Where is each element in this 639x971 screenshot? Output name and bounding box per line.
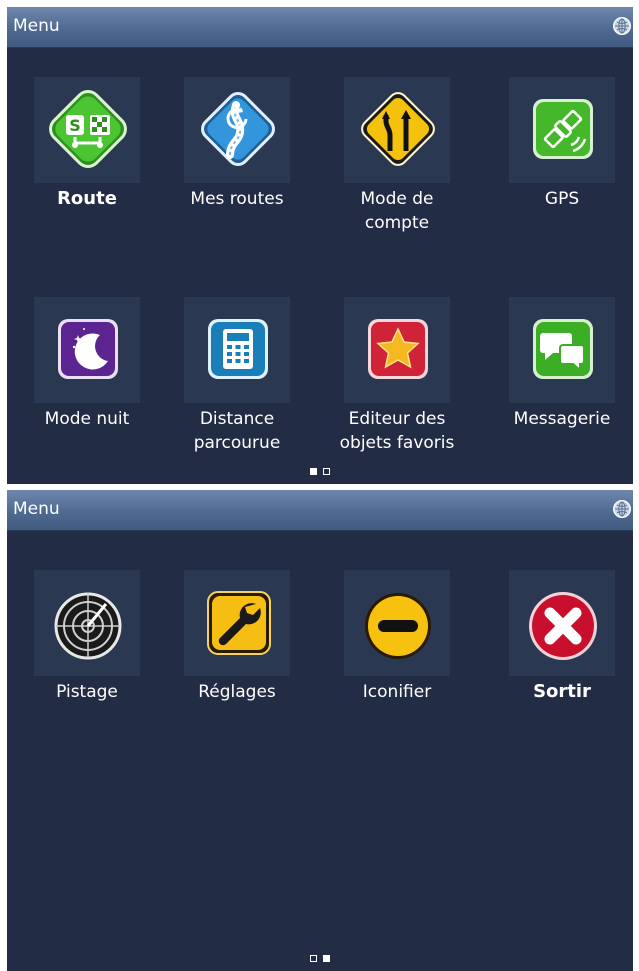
close-exit-icon bbox=[519, 578, 607, 666]
menu-item-label: Distance parcourue bbox=[193, 409, 281, 453]
chat-bubbles-icon bbox=[519, 305, 607, 393]
minimize-icon bbox=[354, 578, 442, 666]
menu-item-label: Sortir bbox=[533, 681, 591, 702]
page-dot-2[interactable] bbox=[323, 468, 330, 475]
page-dot-1[interactable] bbox=[310, 468, 317, 475]
page-dot-2[interactable] bbox=[323, 955, 330, 962]
menu-title: Menu bbox=[13, 499, 60, 519]
wrench-icon bbox=[194, 578, 282, 666]
menu-item-label: Iconifier bbox=[362, 682, 432, 702]
menu-item-label: Messagerie bbox=[513, 409, 611, 429]
menu-item-label: GPS bbox=[544, 189, 580, 209]
menu-screen-page-1: Menu S Route Mes routes Mode de compte G… bbox=[7, 7, 633, 484]
page-dot-1[interactable] bbox=[310, 955, 317, 962]
menu-title: Menu bbox=[13, 16, 60, 36]
title-bar: Menu bbox=[7, 490, 633, 531]
my-routes-icon bbox=[194, 85, 282, 173]
menu-item-label: Mode nuit bbox=[44, 409, 130, 429]
menu-item-label: Pistage bbox=[56, 682, 118, 702]
page-indicator bbox=[7, 468, 633, 478]
globe-icon[interactable] bbox=[613, 17, 631, 35]
calculator-icon bbox=[194, 305, 282, 393]
menu-item-label: Mes routes bbox=[190, 189, 284, 209]
menu-item-label: Réglages bbox=[198, 682, 276, 702]
menu-screen-page-2: Menu Pistage Réglages Iconifier Sortir bbox=[7, 490, 633, 971]
satellite-icon bbox=[519, 85, 607, 173]
page-indicator bbox=[7, 955, 633, 965]
svg-text:S: S bbox=[69, 116, 81, 135]
road-narrowing-sign-icon bbox=[354, 85, 442, 173]
globe-icon[interactable] bbox=[613, 500, 631, 518]
menu-item-label: Route bbox=[57, 188, 117, 209]
star-icon bbox=[354, 305, 442, 393]
radar-icon bbox=[44, 578, 132, 666]
menu-item-label: Editeur des objets favoris bbox=[339, 409, 455, 453]
title-bar: Menu bbox=[7, 7, 633, 48]
menu-item-label: Mode de compte bbox=[360, 189, 434, 233]
moon-night-icon bbox=[44, 305, 132, 393]
route-planner-icon: S bbox=[44, 85, 132, 173]
